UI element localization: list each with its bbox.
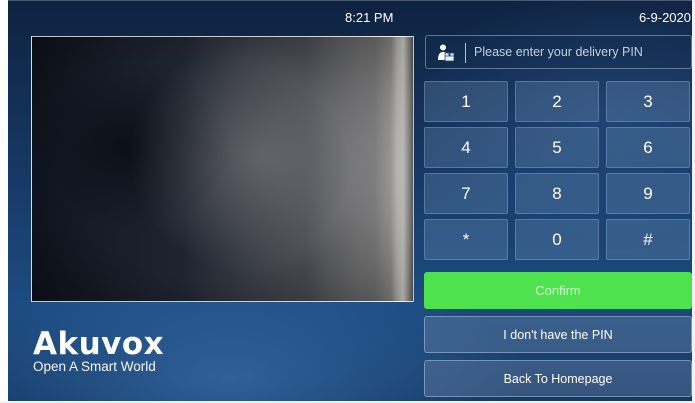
- delivery-person-icon: [436, 43, 456, 63]
- brand-logo: Akuvox Open A Smart World: [33, 328, 164, 374]
- keypad-key-hash[interactable]: #: [606, 219, 690, 260]
- keypad-key-5[interactable]: 5: [515, 127, 599, 168]
- confirm-button[interactable]: Confirm: [424, 272, 692, 309]
- keypad-key-star[interactable]: *: [424, 219, 508, 260]
- intercom-screen: 8:21 PM 6-9-2020 Akuvox Open A Smart Wor…: [0, 0, 695, 403]
- status-bar: 8:21 PM 6-9-2020: [8, 0, 695, 32]
- brand-tagline: Open A Smart World: [33, 359, 156, 374]
- keypad-key-3[interactable]: 3: [606, 81, 690, 122]
- screen-left-border: [0, 0, 8, 403]
- camera-video-preview: [31, 36, 414, 302]
- delivery-pin-input[interactable]: [474, 36, 684, 68]
- keypad-key-9[interactable]: 9: [606, 173, 690, 214]
- brand-name: Akuvox: [33, 326, 165, 362]
- keypad-key-1[interactable]: 1: [424, 81, 508, 122]
- video-vignette: [32, 37, 413, 301]
- keypad-key-8[interactable]: 8: [515, 173, 599, 214]
- keypad-key-4[interactable]: 4: [424, 127, 508, 168]
- delivery-pin-field[interactable]: [425, 35, 692, 69]
- keypad-key-7[interactable]: 7: [424, 173, 508, 214]
- back-to-homepage-button[interactable]: Back To Homepage: [424, 360, 692, 397]
- status-time: 8:21 PM: [345, 10, 394, 25]
- no-pin-button[interactable]: I don't have the PIN: [424, 316, 692, 353]
- keypad-key-2[interactable]: 2: [515, 81, 599, 122]
- keypad-key-0[interactable]: 0: [515, 219, 599, 260]
- video-edge-glare: [391, 37, 413, 301]
- status-date: 6-9-2020: [638, 10, 691, 25]
- keypad-key-6[interactable]: 6: [606, 127, 690, 168]
- pin-field-divider: [465, 43, 466, 63]
